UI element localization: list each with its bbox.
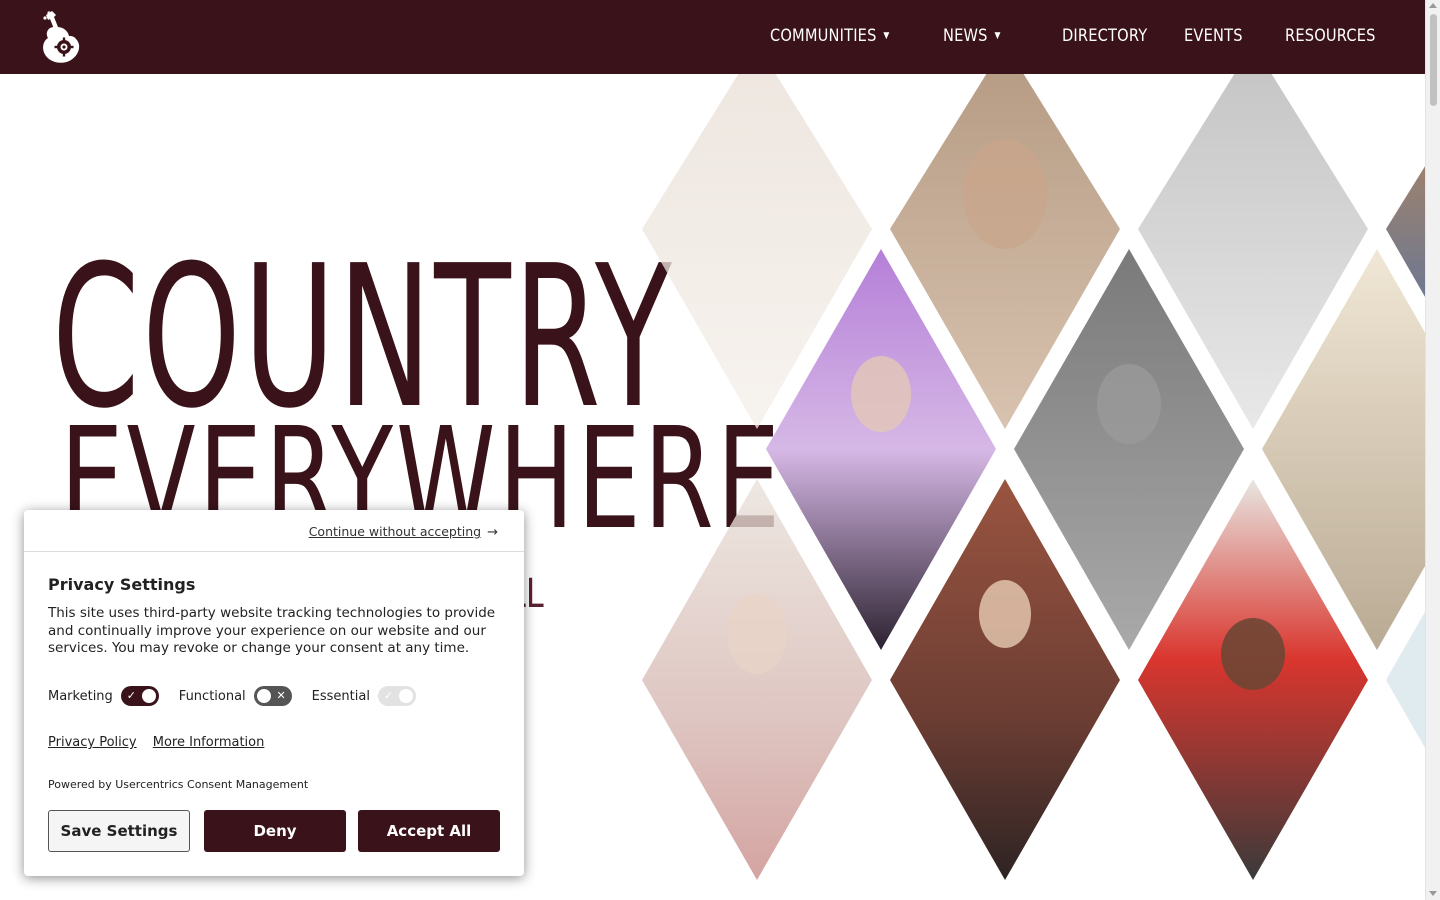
nav-events[interactable]: EVENTS xyxy=(1184,26,1243,46)
nav-news[interactable]: NEWS ▼ xyxy=(943,26,1001,46)
deny-button[interactable]: Deny xyxy=(204,810,346,852)
marketing-switch[interactable]: ✓ xyxy=(120,686,159,706)
scroll-down-icon[interactable] xyxy=(1429,891,1437,896)
consent-title: Privacy Settings xyxy=(48,575,196,594)
scroll-thumb[interactable] xyxy=(1430,14,1437,106)
consent-top-bar: Continue without accepting → xyxy=(24,510,524,552)
consent-toggles: Marketing ✓ Functional ✕ Essential ✓ xyxy=(48,685,436,707)
toggle-essential-label: Essential xyxy=(311,688,370,704)
privacy-policy-link[interactable]: Privacy Policy xyxy=(48,735,137,750)
continue-without-accepting-link[interactable]: Continue without accepting → xyxy=(309,524,498,540)
chevron-down-icon: ▼ xyxy=(994,31,1001,41)
switch-knob xyxy=(256,689,271,703)
nav-directory-label: DIRECTORY xyxy=(1062,26,1148,46)
artist-photo-mosaic xyxy=(620,74,1425,900)
functional-switch[interactable]: ✕ xyxy=(253,686,292,706)
scroll-up-icon[interactable] xyxy=(1429,3,1437,8)
page-scrollbar[interactable] xyxy=(1425,0,1440,900)
accept-all-button[interactable]: Accept All xyxy=(358,810,500,852)
more-information-link[interactable]: More Information xyxy=(153,735,265,750)
chevron-down-icon: ▼ xyxy=(883,31,890,41)
continue-without-accepting-label: Continue without accepting xyxy=(308,524,482,539)
toggle-functional-label: Functional xyxy=(178,688,246,704)
nav-communities-label: COMMUNITIES xyxy=(770,26,877,46)
privacy-consent-dialog: Continue without accepting → Privacy Sett… xyxy=(24,510,524,876)
essential-switch: ✓ xyxy=(377,686,416,706)
site-header: COMMUNITIES ▼ NEWS ▼ DIRECTORY EVENTS RESO… xyxy=(0,0,1425,74)
switch-knob xyxy=(141,689,156,703)
nav-events-label: EVENTS xyxy=(1184,26,1243,46)
arrow-right-icon: → xyxy=(487,525,498,540)
toggle-functional: Functional ✕ xyxy=(179,686,292,706)
guitar-logo-icon[interactable] xyxy=(38,9,86,67)
close-icon: ✕ xyxy=(276,689,286,702)
consent-links: Privacy Policy More Information xyxy=(48,735,276,750)
powered-by-text: Powered by Usercentrics Consent Manageme… xyxy=(48,778,309,791)
toggle-marketing-label: Marketing xyxy=(48,688,113,704)
nav-communities[interactable]: COMMUNITIES ▼ xyxy=(770,26,890,46)
nav-news-label: NEWS xyxy=(943,26,988,46)
toggle-essential: Essential ✓ xyxy=(312,686,416,706)
switch-knob xyxy=(398,689,413,703)
nav-resources-label: RESOURCES xyxy=(1285,26,1376,46)
nav-resources[interactable]: RESOURCES xyxy=(1285,26,1376,46)
check-icon: ✓ xyxy=(126,689,137,702)
nav-directory[interactable]: DIRECTORY xyxy=(1062,26,1147,46)
toggle-marketing: Marketing ✓ xyxy=(48,686,159,706)
save-settings-button[interactable]: Save Settings xyxy=(48,810,190,852)
check-icon: ✓ xyxy=(383,689,394,702)
consent-description: This site uses third-party website track… xyxy=(48,605,496,656)
